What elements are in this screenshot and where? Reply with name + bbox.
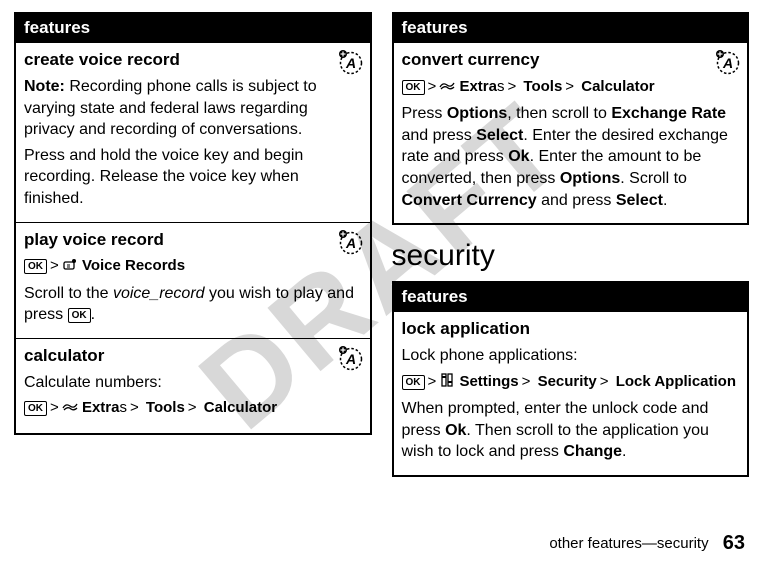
- table-cell: play voice record A OK> Voice Records Scr…: [15, 222, 371, 338]
- right-column: features convert currency A OK> Extras> …: [392, 12, 750, 477]
- badge-icon: A: [338, 345, 364, 371]
- table-cell: create voice record A Note: Recording ph…: [15, 43, 371, 223]
- section-heading-security: security: [392, 239, 750, 273]
- table-body: create voice record A Note: Recording ph…: [15, 43, 371, 434]
- features-table-left: features create voice record A Note: Rec…: [14, 12, 372, 435]
- ok-key-icon: OK: [24, 259, 47, 274]
- page-columns: features create voice record A Note: Rec…: [0, 0, 763, 477]
- table-cell: lock application Lock phone applications:…: [393, 312, 749, 476]
- cell-title: create voice record: [24, 49, 362, 72]
- svg-text:A: A: [344, 55, 355, 71]
- ok-key-icon: OK: [402, 80, 425, 95]
- nav-path: OK> Extras> Tools> Calculator: [24, 397, 362, 420]
- page-number: 63: [723, 532, 745, 554]
- svg-text:A: A: [722, 55, 733, 71]
- cell-paragraph: Lock phone applications:: [402, 345, 740, 367]
- record-icon: [62, 256, 78, 278]
- ok-key-icon: OK: [402, 375, 425, 390]
- table-header: features: [15, 13, 371, 43]
- extras-icon: [62, 398, 78, 420]
- table-body: convert currency A OK> Extras> Tools> Ca…: [393, 43, 749, 225]
- nav-path: OK> Settings> Security> Lock Application: [402, 371, 740, 394]
- nav-path: OK> Extras> Tools> Calculator: [402, 76, 740, 99]
- cell-title: calculator: [24, 345, 362, 368]
- badge-icon: A: [338, 49, 364, 75]
- table-header: features: [393, 13, 749, 43]
- cell-paragraph: Press and hold the voice key and begin r…: [24, 145, 362, 210]
- cell-paragraph: Note: Recording phone calls is subject t…: [24, 76, 362, 141]
- cell-title: lock application: [402, 318, 740, 341]
- table-cell: calculator A Calculate numbers: OK> Extra…: [15, 338, 371, 433]
- extras-icon: [439, 77, 455, 99]
- table-body: lock application Lock phone applications:…: [393, 312, 749, 476]
- badge-icon: A: [715, 49, 741, 75]
- cell-paragraph: Scroll to the voice_record you wish to p…: [24, 283, 362, 326]
- page-footer: other features—security 63: [549, 532, 745, 555]
- features-table-security: features lock application Lock phone appl…: [392, 281, 750, 477]
- cell-paragraph: When prompted, enter the unlock code and…: [402, 398, 740, 463]
- settings-icon: [439, 372, 455, 394]
- table-cell: convert currency A OK> Extras> Tools> Ca…: [393, 43, 749, 225]
- svg-text:A: A: [344, 351, 355, 367]
- ok-key-icon: OK: [24, 401, 47, 416]
- footer-text: other features—security: [549, 535, 708, 552]
- nav-path: OK> Voice Records: [24, 255, 362, 278]
- left-column: features create voice record A Note: Rec…: [14, 12, 372, 477]
- table-header: features: [393, 282, 749, 312]
- svg-text:A: A: [344, 235, 355, 251]
- cell-title: play voice record: [24, 229, 362, 252]
- cell-title: convert currency: [402, 49, 740, 72]
- cell-paragraph: Press Options, then scroll to Exchange R…: [402, 103, 740, 211]
- cell-paragraph: Calculate numbers:: [24, 372, 362, 394]
- badge-icon: A: [338, 229, 364, 255]
- features-table-right: features convert currency A OK> Extras> …: [392, 12, 750, 225]
